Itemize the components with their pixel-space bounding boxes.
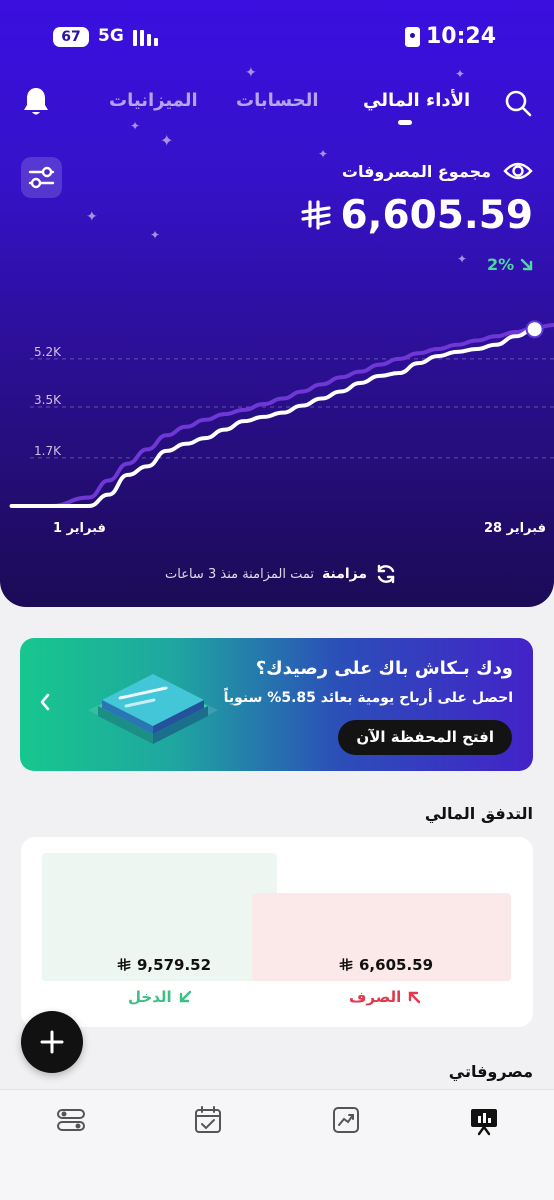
search-icon[interactable] xyxy=(503,88,533,118)
income-label-text: الدخل xyxy=(128,988,172,1006)
id-badge-icon xyxy=(404,26,420,47)
active-tab-indicator xyxy=(398,120,412,125)
tab-financial-performance[interactable]: الأداء المالي xyxy=(363,90,470,111)
sparkle-decoration: ✦ xyxy=(457,252,468,266)
sliders-icon xyxy=(28,166,55,189)
spending-chart: 5.2K 3.5K 1.7K xyxy=(9,320,554,508)
performance-header: ✦ ✦ ✦ ✦ ✦ ✦ ✦ ✦ 67 5G 10:24 الميزانيات ا… xyxy=(0,0,554,607)
y-tick-label: 1.7K xyxy=(34,444,62,458)
sparkle-decoration: ✦ xyxy=(160,131,174,150)
y-tick-label: 5.2K xyxy=(34,345,62,359)
income-amount: 9,579.52 xyxy=(117,956,211,974)
total-expenses-label: مجموع المصروفات xyxy=(341,161,491,181)
arrow-up-left-icon xyxy=(409,991,421,1004)
previous-period-line xyxy=(9,322,554,508)
plus-icon xyxy=(40,1030,64,1054)
sync-status: تمت المزامنة منذ 3 ساعات مزامنة xyxy=(165,563,397,585)
sparkle-decoration: ✦ xyxy=(455,67,466,81)
status-time: 10:24 xyxy=(404,24,496,49)
total-expenses-header: مجموع المصروفات xyxy=(342,160,533,182)
add-transaction-button[interactable] xyxy=(21,1011,83,1073)
sparkle-decoration: ✦ xyxy=(245,65,257,81)
calendar-check-icon[interactable] xyxy=(192,1104,224,1136)
riyal-symbol-icon xyxy=(300,199,331,230)
current-period-line xyxy=(9,327,537,508)
expense-amount: 6,605.59 xyxy=(339,956,433,974)
wallet-card-illustration xyxy=(88,674,218,744)
sync-time-text: تمت المزامنة منذ 3 ساعات xyxy=(165,566,314,582)
battery-indicator: 67 xyxy=(53,27,89,47)
top-nav: الميزانيات الحسابات الأداء المالي xyxy=(0,86,554,126)
sparkle-decoration: ✦ xyxy=(150,228,161,242)
wallet-promo-banner[interactable]: ودك بـكاش باك على رصيدك؟ احصل على أرباح … xyxy=(20,638,533,771)
amount-value: 6,605.59 xyxy=(340,193,533,238)
riyal-symbol-icon xyxy=(339,958,353,972)
eye-icon[interactable] xyxy=(503,160,533,182)
promo-title: ودك بـكاش باك على رصيدك؟ xyxy=(255,658,513,679)
change-value: 2% xyxy=(487,255,515,274)
promo-subtitle: احصل على أرباح يومية بعائد 5.85% سنوياً xyxy=(223,690,513,706)
income-amount-value: 9,579.52 xyxy=(137,956,212,974)
current-point-marker[interactable] xyxy=(525,320,544,339)
status-bar: 67 5G 10:24 xyxy=(0,22,554,54)
expense-label: الصرف xyxy=(349,988,421,1006)
expense-label-text: الصرف xyxy=(349,988,402,1006)
network-type: 5G xyxy=(98,26,124,46)
filter-button[interactable] xyxy=(21,157,62,198)
chevron-left-icon[interactable] xyxy=(36,691,54,713)
change-indicator: 2% xyxy=(487,255,534,274)
chart-end-date: 28 فبراير xyxy=(484,521,546,536)
cash-flow-title: التدفق المالي xyxy=(424,804,533,823)
expense-amount-value: 6,605.59 xyxy=(359,956,434,974)
sparkle-decoration: ✦ xyxy=(86,209,98,225)
clock: 10:24 xyxy=(425,24,496,49)
open-wallet-button[interactable]: افتح المحفظة الآن xyxy=(338,720,512,755)
sparkle-decoration: ✦ xyxy=(318,147,329,161)
bell-icon[interactable] xyxy=(22,86,50,118)
presentation-chart-icon[interactable] xyxy=(468,1104,500,1136)
income-label: الدخل xyxy=(128,988,192,1006)
tab-budgets[interactable]: الميزانيات xyxy=(109,90,198,111)
riyal-symbol-icon xyxy=(117,958,131,972)
my-expenses-title: مصروفاتي xyxy=(448,1062,533,1081)
trend-chart-icon[interactable] xyxy=(330,1104,362,1136)
y-tick-label: 3.5K xyxy=(34,393,62,407)
sliders-tab-icon[interactable] xyxy=(55,1104,87,1136)
arrow-down-left-icon xyxy=(179,990,191,1003)
arrow-down-right-icon xyxy=(520,258,533,270)
cash-flow-card[interactable]: 9,579.52 6,605.59 الدخل الصرف xyxy=(21,837,533,1027)
chart-start-date: 1 فبراير xyxy=(53,521,106,536)
refresh-icon[interactable] xyxy=(375,563,397,585)
signal-icon xyxy=(133,30,163,46)
sync-button[interactable]: مزامنة xyxy=(322,566,367,582)
total-expenses-amount: 6,605.59 xyxy=(300,193,533,238)
bottom-tab-bar xyxy=(0,1089,554,1200)
tab-accounts[interactable]: الحسابات xyxy=(236,90,319,111)
